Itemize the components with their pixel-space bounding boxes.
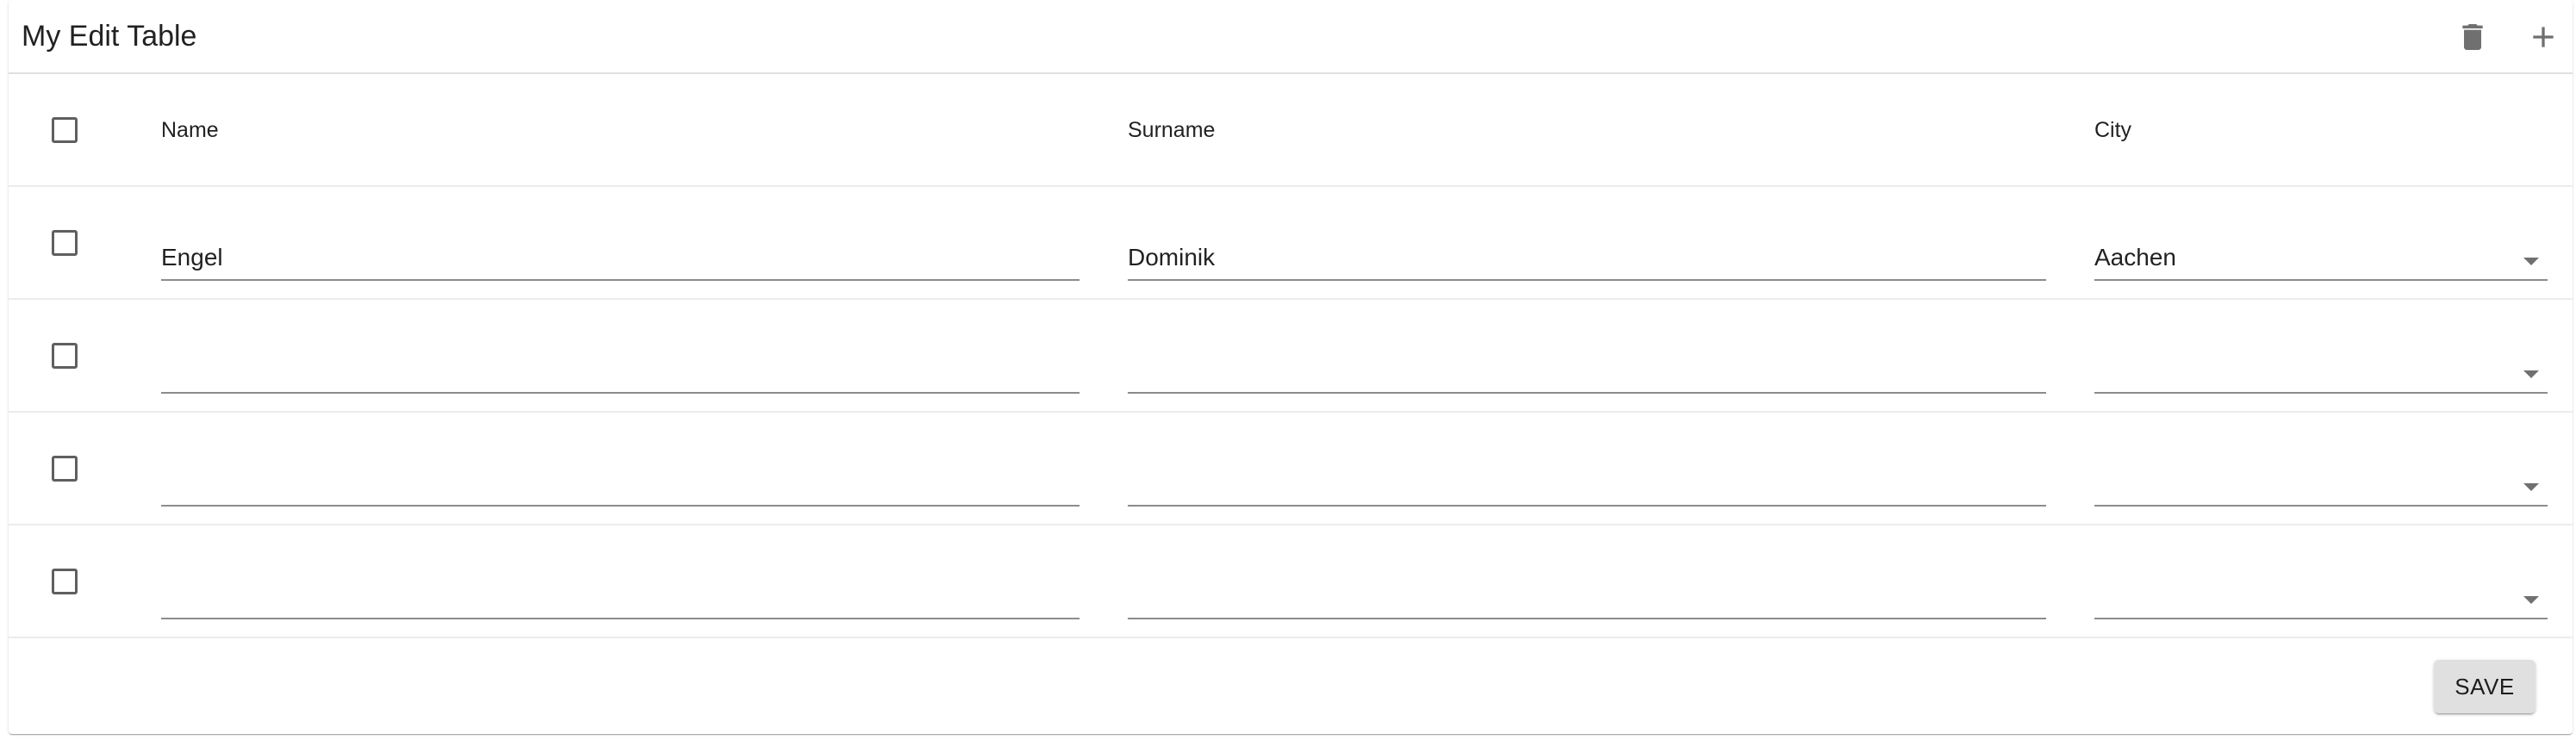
select-all-checkbox[interactable] [52, 117, 78, 143]
row-checkbox[interactable] [52, 343, 78, 369]
city-select[interactable] [2094, 356, 2548, 394]
row-checkbox[interactable] [52, 230, 78, 256]
table-row [9, 413, 2573, 525]
name-field[interactable] [161, 469, 1080, 507]
surname-field[interactable]: Dominik [1128, 243, 2046, 281]
trash-icon [2462, 24, 2483, 50]
plus-icon [2533, 27, 2554, 47]
surname-field[interactable] [1128, 581, 2046, 619]
row-checkbox[interactable] [52, 569, 78, 594]
surname-value: Dominik [1128, 244, 1216, 271]
surname-field[interactable] [1128, 469, 2046, 507]
dropdown-arrow-icon [2523, 483, 2539, 491]
name-value: Engel [161, 244, 223, 271]
save-button[interactable]: SAVE [2434, 660, 2536, 713]
dropdown-arrow-icon [2523, 258, 2539, 265]
column-header-city: City [2094, 118, 2132, 142]
dropdown-arrow-icon [2523, 370, 2539, 378]
name-field[interactable] [161, 356, 1080, 394]
name-field[interactable]: Engel [161, 243, 1080, 281]
table-row [9, 525, 2573, 638]
table-row: Engel Dominik Aachen [9, 187, 2573, 300]
row-checkbox[interactable] [52, 456, 78, 482]
city-select[interactable]: Aachen [2094, 243, 2548, 281]
table-row [9, 300, 2573, 413]
table-toolbar: My Edit Table [9, 0, 2573, 74]
column-header-surname: Surname [1128, 118, 1216, 142]
name-field[interactable] [161, 581, 1080, 619]
city-value: Aachen [2094, 244, 2176, 271]
city-select[interactable] [2094, 469, 2548, 507]
edit-table-card: My Edit Table Name Surname City Engel Do… [9, 0, 2573, 734]
add-row-button[interactable] [2519, 13, 2567, 61]
dropdown-arrow-icon [2523, 596, 2539, 604]
table-title: My Edit Table [22, 20, 197, 53]
city-select[interactable] [2094, 581, 2548, 619]
table-header-row [9, 74, 2573, 187]
delete-button[interactable] [2448, 13, 2497, 61]
column-header-name: Name [161, 118, 219, 142]
surname-field[interactable] [1128, 356, 2046, 394]
